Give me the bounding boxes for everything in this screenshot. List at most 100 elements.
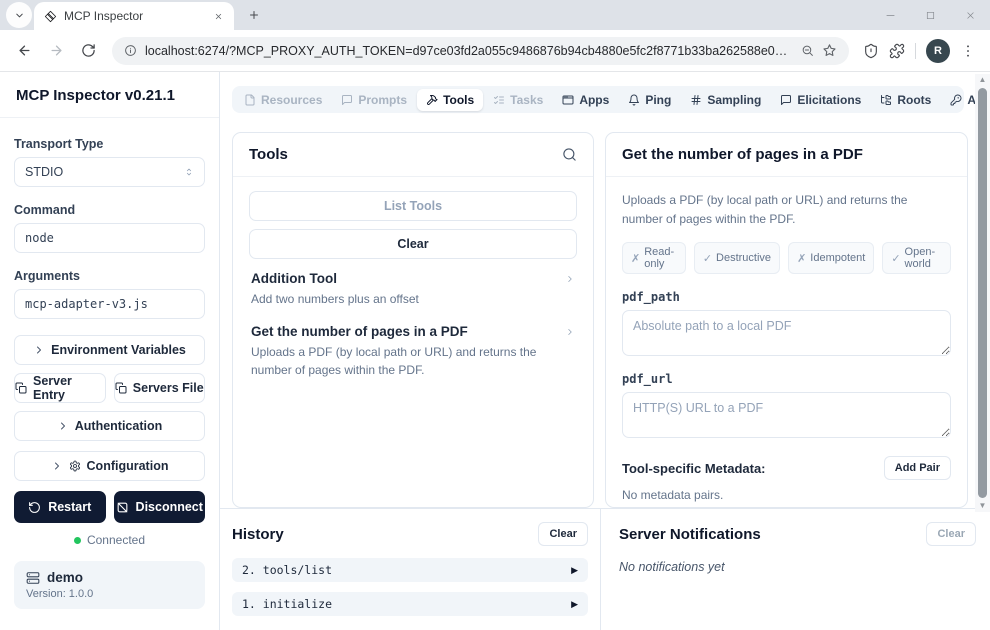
- transport-type-label: Transport Type: [14, 137, 104, 151]
- file-icon: [244, 94, 256, 106]
- tab-label: Resources: [261, 92, 323, 107]
- tab-prompts[interactable]: Prompts: [332, 89, 416, 111]
- menu-kebab-icon[interactable]: [960, 43, 976, 59]
- tool-annotation-badges: ✗ Read-only ✓ Destructive ✗ Idempotent ✓ Ope…: [622, 242, 951, 275]
- server-version: Version: 1.0.0: [26, 588, 94, 600]
- arguments-input[interactable]: [14, 289, 205, 319]
- history-entry[interactable]: 2. tools/list ▶: [232, 558, 588, 582]
- history-title: History: [232, 525, 284, 543]
- history-panel: History Clear 2. tools/list ▶ 1. initial…: [220, 509, 601, 630]
- restart-button[interactable]: Restart: [14, 491, 106, 523]
- server-notifications-panel: Server Notifications Clear No notificati…: [601, 509, 990, 630]
- tab-apps[interactable]: Apps: [553, 89, 618, 111]
- search-icon[interactable]: [562, 147, 577, 162]
- select-updown-icon: [184, 167, 194, 177]
- servers-file-button[interactable]: Servers File: [113, 373, 205, 403]
- pdf-path-label: pdf_path: [622, 290, 680, 305]
- tools-panel-title: Tools: [249, 146, 288, 163]
- command-input[interactable]: [14, 223, 205, 253]
- command-label: Command: [14, 203, 76, 217]
- back-icon: [17, 43, 32, 58]
- disconnect-label: Disconnect: [135, 500, 203, 514]
- top-nav: Resources Prompts Tools Tasks Apps Ping …: [232, 86, 990, 113]
- url-text: localhost:6274/?MCP_PROXY_AUTH_TOKEN=d97…: [145, 43, 793, 58]
- tool-list-item[interactable]: Get the number of pages in a PDF Uploads…: [249, 312, 577, 383]
- tab-tools[interactable]: Tools: [417, 88, 484, 111]
- disconnect-button[interactable]: Disconnect: [113, 491, 205, 523]
- extensions-icon[interactable]: [889, 43, 905, 59]
- tool-description: Add two numbers plus an offset: [251, 292, 419, 306]
- bell-icon: [628, 94, 640, 106]
- profile-avatar[interactable]: R: [926, 38, 950, 63]
- tool-list-item[interactable]: Addition Tool Add two numbers plus an of…: [249, 259, 577, 312]
- server-name: demo: [47, 570, 84, 585]
- scroll-up-arrow[interactable]: ▲: [979, 74, 987, 86]
- tab-roots[interactable]: Roots: [871, 89, 940, 111]
- clear-notifications-button[interactable]: Clear: [926, 522, 976, 546]
- clear-history-button[interactable]: Clear: [538, 522, 588, 546]
- tab-elicitations[interactable]: Elicitations: [771, 89, 870, 111]
- bookmark-star-icon[interactable]: [822, 43, 837, 58]
- forward-button[interactable]: [42, 37, 70, 65]
- list-tools-button[interactable]: List Tools: [249, 191, 577, 221]
- metadata-label: Tool-specific Metadata:: [622, 460, 766, 476]
- badge-label: Open-world: [904, 246, 936, 271]
- servers-file-label: Servers File: [132, 381, 204, 395]
- address-bar[interactable]: localhost:6274/?MCP_PROXY_AUTH_TOKEN=d97…: [112, 36, 849, 65]
- tab-ping[interactable]: Ping: [619, 89, 680, 111]
- server-card: demo Version: 1.0.0: [14, 561, 205, 609]
- pdf-path-input[interactable]: [622, 310, 951, 357]
- reload-icon: [81, 43, 96, 58]
- scrollbar-thumb[interactable]: [978, 88, 987, 498]
- expand-arrow-icon[interactable]: ▶: [571, 599, 578, 610]
- authentication-toggle[interactable]: Authentication: [14, 411, 205, 441]
- list-checks-icon: [493, 94, 505, 106]
- badge-label: Read-only: [644, 246, 675, 271]
- reload-button[interactable]: [74, 37, 102, 65]
- tool-detail-title: Get the number of pages in a PDF: [622, 146, 863, 163]
- history-entry[interactable]: 1. initialize ▶: [232, 592, 588, 616]
- server-entry-label: Server Entry: [33, 374, 72, 402]
- new-tab-button[interactable]: [242, 3, 266, 27]
- zoom-icon[interactable]: [801, 44, 814, 57]
- tab-label: Prompts: [358, 92, 408, 107]
- scroll-down-arrow[interactable]: ▼: [979, 500, 987, 512]
- minimize-button[interactable]: [870, 0, 910, 30]
- tab-tasks[interactable]: Tasks: [484, 89, 552, 111]
- tab-close-button[interactable]: [210, 8, 226, 24]
- site-info-icon[interactable]: [124, 44, 137, 57]
- connected-dot: [73, 536, 81, 544]
- transport-type-select[interactable]: STDIO: [14, 157, 205, 187]
- app-title: MCP Inspector v0.21.1: [0, 72, 219, 118]
- chevron-right-icon: [57, 420, 69, 432]
- server-entry-button[interactable]: Server Entry: [14, 373, 106, 403]
- expand-arrow-icon[interactable]: ▶: [571, 565, 578, 576]
- environment-variables-toggle[interactable]: Environment Variables: [14, 335, 205, 365]
- browser-toolbar: localhost:6274/?MCP_PROXY_AUTH_TOKEN=d97…: [0, 30, 990, 72]
- configuration-toggle[interactable]: Configuration: [14, 451, 205, 481]
- bottom-panels: History Clear 2. tools/list ▶ 1. initial…: [220, 508, 990, 630]
- chevron-right-icon: [51, 460, 63, 472]
- tab-title: MCP Inspector: [64, 9, 144, 23]
- vertical-scrollbar[interactable]: ▲ ▼: [975, 74, 990, 512]
- close-icon: [965, 10, 976, 21]
- tool-detail-description: Uploads a PDF (by local path or URL) and…: [622, 193, 908, 226]
- toolbar-separator: [915, 42, 916, 59]
- mcp-inspector-app: MCP Inspector v0.21.1 Transport Type STD…: [0, 72, 990, 630]
- minimize-icon: [885, 10, 896, 21]
- pdf-url-input[interactable]: [622, 392, 951, 439]
- badge-mark: ✗: [797, 252, 807, 265]
- close-window-button[interactable]: [950, 0, 990, 30]
- tab-search-button[interactable]: [6, 2, 32, 28]
- add-pair-button[interactable]: Add Pair: [883, 456, 951, 481]
- back-button[interactable]: [10, 37, 38, 65]
- maximize-button[interactable]: [910, 0, 950, 30]
- authentication-label: Authentication: [74, 419, 163, 433]
- privacy-icon[interactable]: [863, 43, 879, 59]
- clear-tools-button[interactable]: Clear: [249, 229, 577, 259]
- tab-sampling[interactable]: Sampling: [681, 89, 770, 111]
- badge-label: Idempotent: [810, 252, 866, 265]
- browser-tab[interactable]: MCP Inspector: [34, 2, 234, 30]
- tab-resources[interactable]: Resources: [235, 89, 331, 111]
- copy-icon: [115, 382, 127, 394]
